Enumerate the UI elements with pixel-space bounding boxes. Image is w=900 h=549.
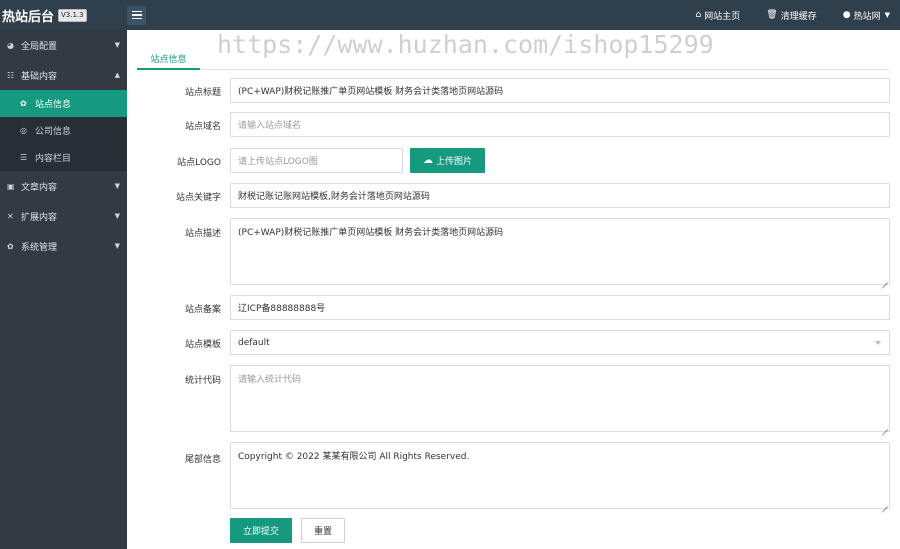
version-badge: V3.1.3: [58, 8, 87, 22]
sidebar-item-label: 扩展内容: [21, 212, 58, 223]
nav-user-menu[interactable]: ● 热站网 ▼: [843, 9, 890, 22]
nav-clear-cache[interactable]: 🗑 清理缓存: [766, 9, 816, 22]
watermark-text: https://www.huzhan.com/ishop15299: [217, 30, 714, 59]
caret-down-icon: ▼: [884, 11, 890, 19]
form-row-footer: 尾部信息 Copyright © 2022 某某有限公司 All Rights …: [127, 442, 900, 509]
sidebar-item-basic-content[interactable]: ☷ 基础内容 ▲: [0, 60, 127, 90]
form-row-title: 站点标题 (PC+WAP)财税记账推广单页网站模板 财务会计类落地页网站源码: [127, 78, 900, 103]
site-domain-input[interactable]: 请输入站点域名: [230, 112, 890, 137]
sidebar: ◕ 全局配置 ▼ ☷ 基础内容 ▲ ✿ 站点信息 ◎ 公司信息 ☰ 内容栏目 ▣…: [0, 30, 127, 549]
tab-site-info[interactable]: 站点信息: [137, 48, 200, 70]
top-nav: ⌂ 网站主页 🗑 清理缓存 ● 热站网 ▼: [696, 0, 900, 30]
field-label: 站点备案: [184, 305, 221, 315]
field-label: 站点标题: [184, 88, 221, 98]
stats-code-placeholder: 请输入统计代码: [238, 375, 302, 385]
caret-down-icon: ▼: [114, 212, 120, 220]
submit-button[interactable]: 立即提交: [230, 518, 292, 543]
top-bar: 热站后台 V3.1.3 ⌂ 网站主页 🗑 清理缓存 ● 热站网 ▼: [0, 0, 900, 30]
sidebar-item-content-columns[interactable]: ☰ 内容栏目: [0, 144, 127, 171]
sidebar-item-extend-content[interactable]: ✕ 扩展内容 ▼: [0, 201, 127, 231]
sidebar-item-company-info[interactable]: ◎ 公司信息: [0, 117, 127, 144]
list-icon: ☰: [20, 153, 28, 162]
sidebar-item-article-content[interactable]: ▣ 文章内容 ▼: [0, 171, 127, 201]
site-description-textarea[interactable]: (PC+WAP)财税记账推广单页网站模板 财务会计类落地页网站源码: [230, 218, 890, 285]
sidebar-item-label: 内容栏目: [35, 154, 72, 164]
nav-clear-cache-label: 清理缓存: [780, 11, 817, 22]
sidebar-item-label: 文章内容: [21, 182, 58, 193]
field-label: 站点LOGO: [177, 158, 221, 168]
nav-site-home[interactable]: ⌂ 网站主页: [696, 9, 741, 22]
trash-icon: 🗑: [766, 10, 778, 20]
sidebar-item-label: 系统管理: [21, 242, 58, 253]
caret-up-icon: ▲: [114, 71, 120, 79]
form-row-icp: 站点备案 辽ICP备88888888号: [127, 295, 900, 320]
sidebar-item-label: 基础内容: [21, 71, 58, 82]
cog-icon: ✿: [7, 241, 14, 251]
field-label: 站点模板: [184, 340, 221, 350]
footer-info-textarea[interactable]: Copyright © 2022 某某有限公司 All Rights Reser…: [230, 442, 890, 509]
upload-image-button[interactable]: ☁ 上传图片: [410, 148, 485, 173]
stats-code-textarea[interactable]: 请输入统计代码: [230, 365, 890, 432]
main-content: 站点信息 https://www.huzhan.com/ishop15299 站…: [127, 30, 900, 549]
cloud-upload-icon: ☁: [422, 155, 433, 166]
field-label: 统计代码: [184, 376, 221, 386]
sidebar-submenu: ✿ 站点信息 ◎ 公司信息 ☰ 内容栏目: [0, 90, 127, 171]
sliders-icon: ☷: [7, 70, 15, 80]
site-icp-input[interactable]: 辽ICP备88888888号: [230, 295, 890, 320]
nav-site-home-label: 网站主页: [704, 11, 741, 22]
site-template-select[interactable]: default: [230, 330, 890, 355]
form-row-description: 站点描述 (PC+WAP)财税记账推广单页网站模板 财务会计类落地页网站源码: [127, 218, 900, 285]
sidebar-item-system-management[interactable]: ✿ 系统管理 ▼: [0, 231, 127, 261]
file-icon: ▣: [7, 181, 15, 191]
chevron-down-icon: [875, 341, 881, 345]
caret-down-icon: ▼: [114, 182, 120, 190]
user-icon: ●: [842, 10, 851, 20]
form-row-keywords: 站点关键字 财税记账记账网站模板,财务会计落地页网站源码: [127, 183, 900, 208]
footer-info-text: Copyright © 2022 某某有限公司 All Rights Reser…: [238, 452, 470, 462]
sidebar-item-label: 公司信息: [35, 127, 72, 137]
form-row-template: 站点模板 default: [127, 330, 900, 355]
field-label: 站点域名: [184, 122, 221, 132]
nav-user-label: 热站网: [853, 11, 881, 22]
menu-toggle-icon[interactable]: [127, 5, 146, 25]
sidebar-item-label: 站点信息: [35, 100, 72, 110]
sidebar-item-site-info[interactable]: ✿ 站点信息: [0, 90, 127, 117]
form-row-stats: 统计代码 请输入统计代码: [127, 365, 900, 432]
field-label: 站点描述: [184, 229, 221, 239]
site-keywords-input[interactable]: 财税记账记账网站模板,财务会计落地页网站源码: [230, 183, 890, 208]
gear-icon: ✿: [20, 99, 27, 108]
home-icon: ⌂: [695, 10, 702, 20]
reset-button[interactable]: 重置: [301, 518, 345, 543]
site-description-text: (PC+WAP)财税记账推广单页网站模板 财务会计类落地页网站源码: [238, 228, 504, 238]
site-title-input[interactable]: (PC+WAP)财税记账推广单页网站模板 财务会计类落地页网站源码: [230, 78, 890, 103]
resize-handle-icon[interactable]: [881, 423, 888, 430]
globe-icon: ◕: [7, 40, 14, 50]
field-label: 站点关键字: [175, 193, 221, 203]
caret-down-icon: ▼: [114, 41, 120, 49]
copyright-icon: ◎: [20, 126, 27, 135]
site-logo-input[interactable]: 请上传站点LOGO图: [230, 148, 403, 173]
site-template-value: default: [238, 337, 270, 348]
field-label: 尾部信息: [184, 455, 221, 465]
brand[interactable]: 热站后台 V3.1.3: [0, 0, 127, 30]
upload-image-label: 上传图片: [435, 157, 472, 167]
resize-handle-icon[interactable]: [881, 276, 888, 283]
sidebar-item-global-config[interactable]: ◕ 全局配置 ▼: [0, 30, 127, 60]
form-row-logo: 站点LOGO 请上传站点LOGO图 ☁ 上传图片: [127, 148, 900, 173]
form-row-domain: 站点域名 请输入站点域名: [127, 112, 900, 137]
sidebar-item-label: 全局配置: [21, 41, 58, 52]
brand-title: 热站后台: [2, 9, 55, 25]
expand-icon: ✕: [7, 211, 14, 221]
caret-down-icon: ▼: [114, 242, 120, 250]
resize-handle-icon[interactable]: [881, 500, 888, 507]
